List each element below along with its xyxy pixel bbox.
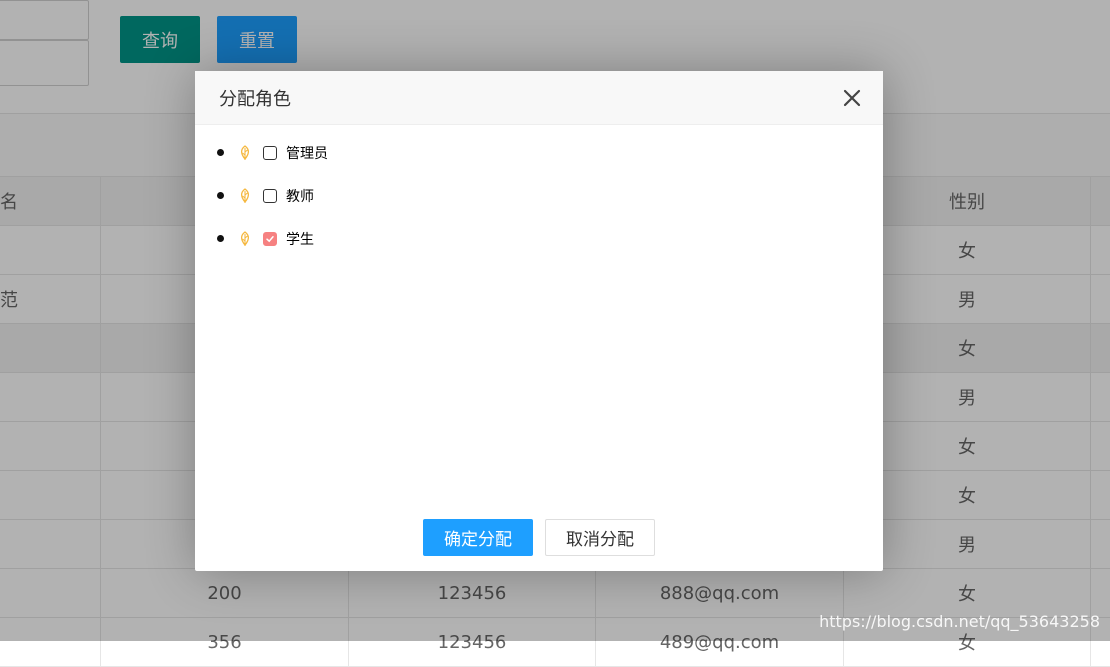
watermark: https://blog.csdn.net/qq_53643258 — [819, 612, 1100, 631]
check-icon — [266, 235, 274, 242]
bullet-icon — [217, 149, 224, 156]
role-tree: 管理员 教师 学生 — [195, 125, 883, 260]
role-label: 学生 — [286, 231, 314, 248]
leaf-icon — [240, 230, 250, 246]
leaf-icon — [240, 187, 250, 203]
role-label: 管理员 — [286, 145, 328, 162]
role-checkbox[interactable] — [263, 188, 277, 203]
dialog-header: 分配角色 — [195, 71, 883, 125]
confirm-assign-button[interactable]: 确定分配 — [423, 519, 533, 556]
role-checkbox[interactable] — [263, 145, 277, 160]
role-tree-item[interactable]: 学生 — [217, 217, 883, 260]
role-tree-item[interactable]: 教师 — [217, 174, 883, 217]
role-checkbox-checked[interactable] — [263, 231, 277, 246]
role-tree-item[interactable]: 管理员 — [217, 131, 883, 174]
leaf-icon — [240, 144, 250, 160]
bullet-icon — [217, 235, 224, 242]
dialog-footer: 确定分配 取消分配 — [195, 519, 883, 556]
bullet-icon — [217, 192, 224, 199]
close-icon[interactable] — [841, 87, 863, 109]
cancel-assign-button[interactable]: 取消分配 — [545, 519, 655, 556]
assign-role-dialog: 分配角色 管理员 教师 学生 确定分配 取消分配 — [195, 71, 883, 571]
role-label: 教师 — [286, 188, 314, 205]
dialog-title: 分配角色 — [219, 88, 291, 110]
